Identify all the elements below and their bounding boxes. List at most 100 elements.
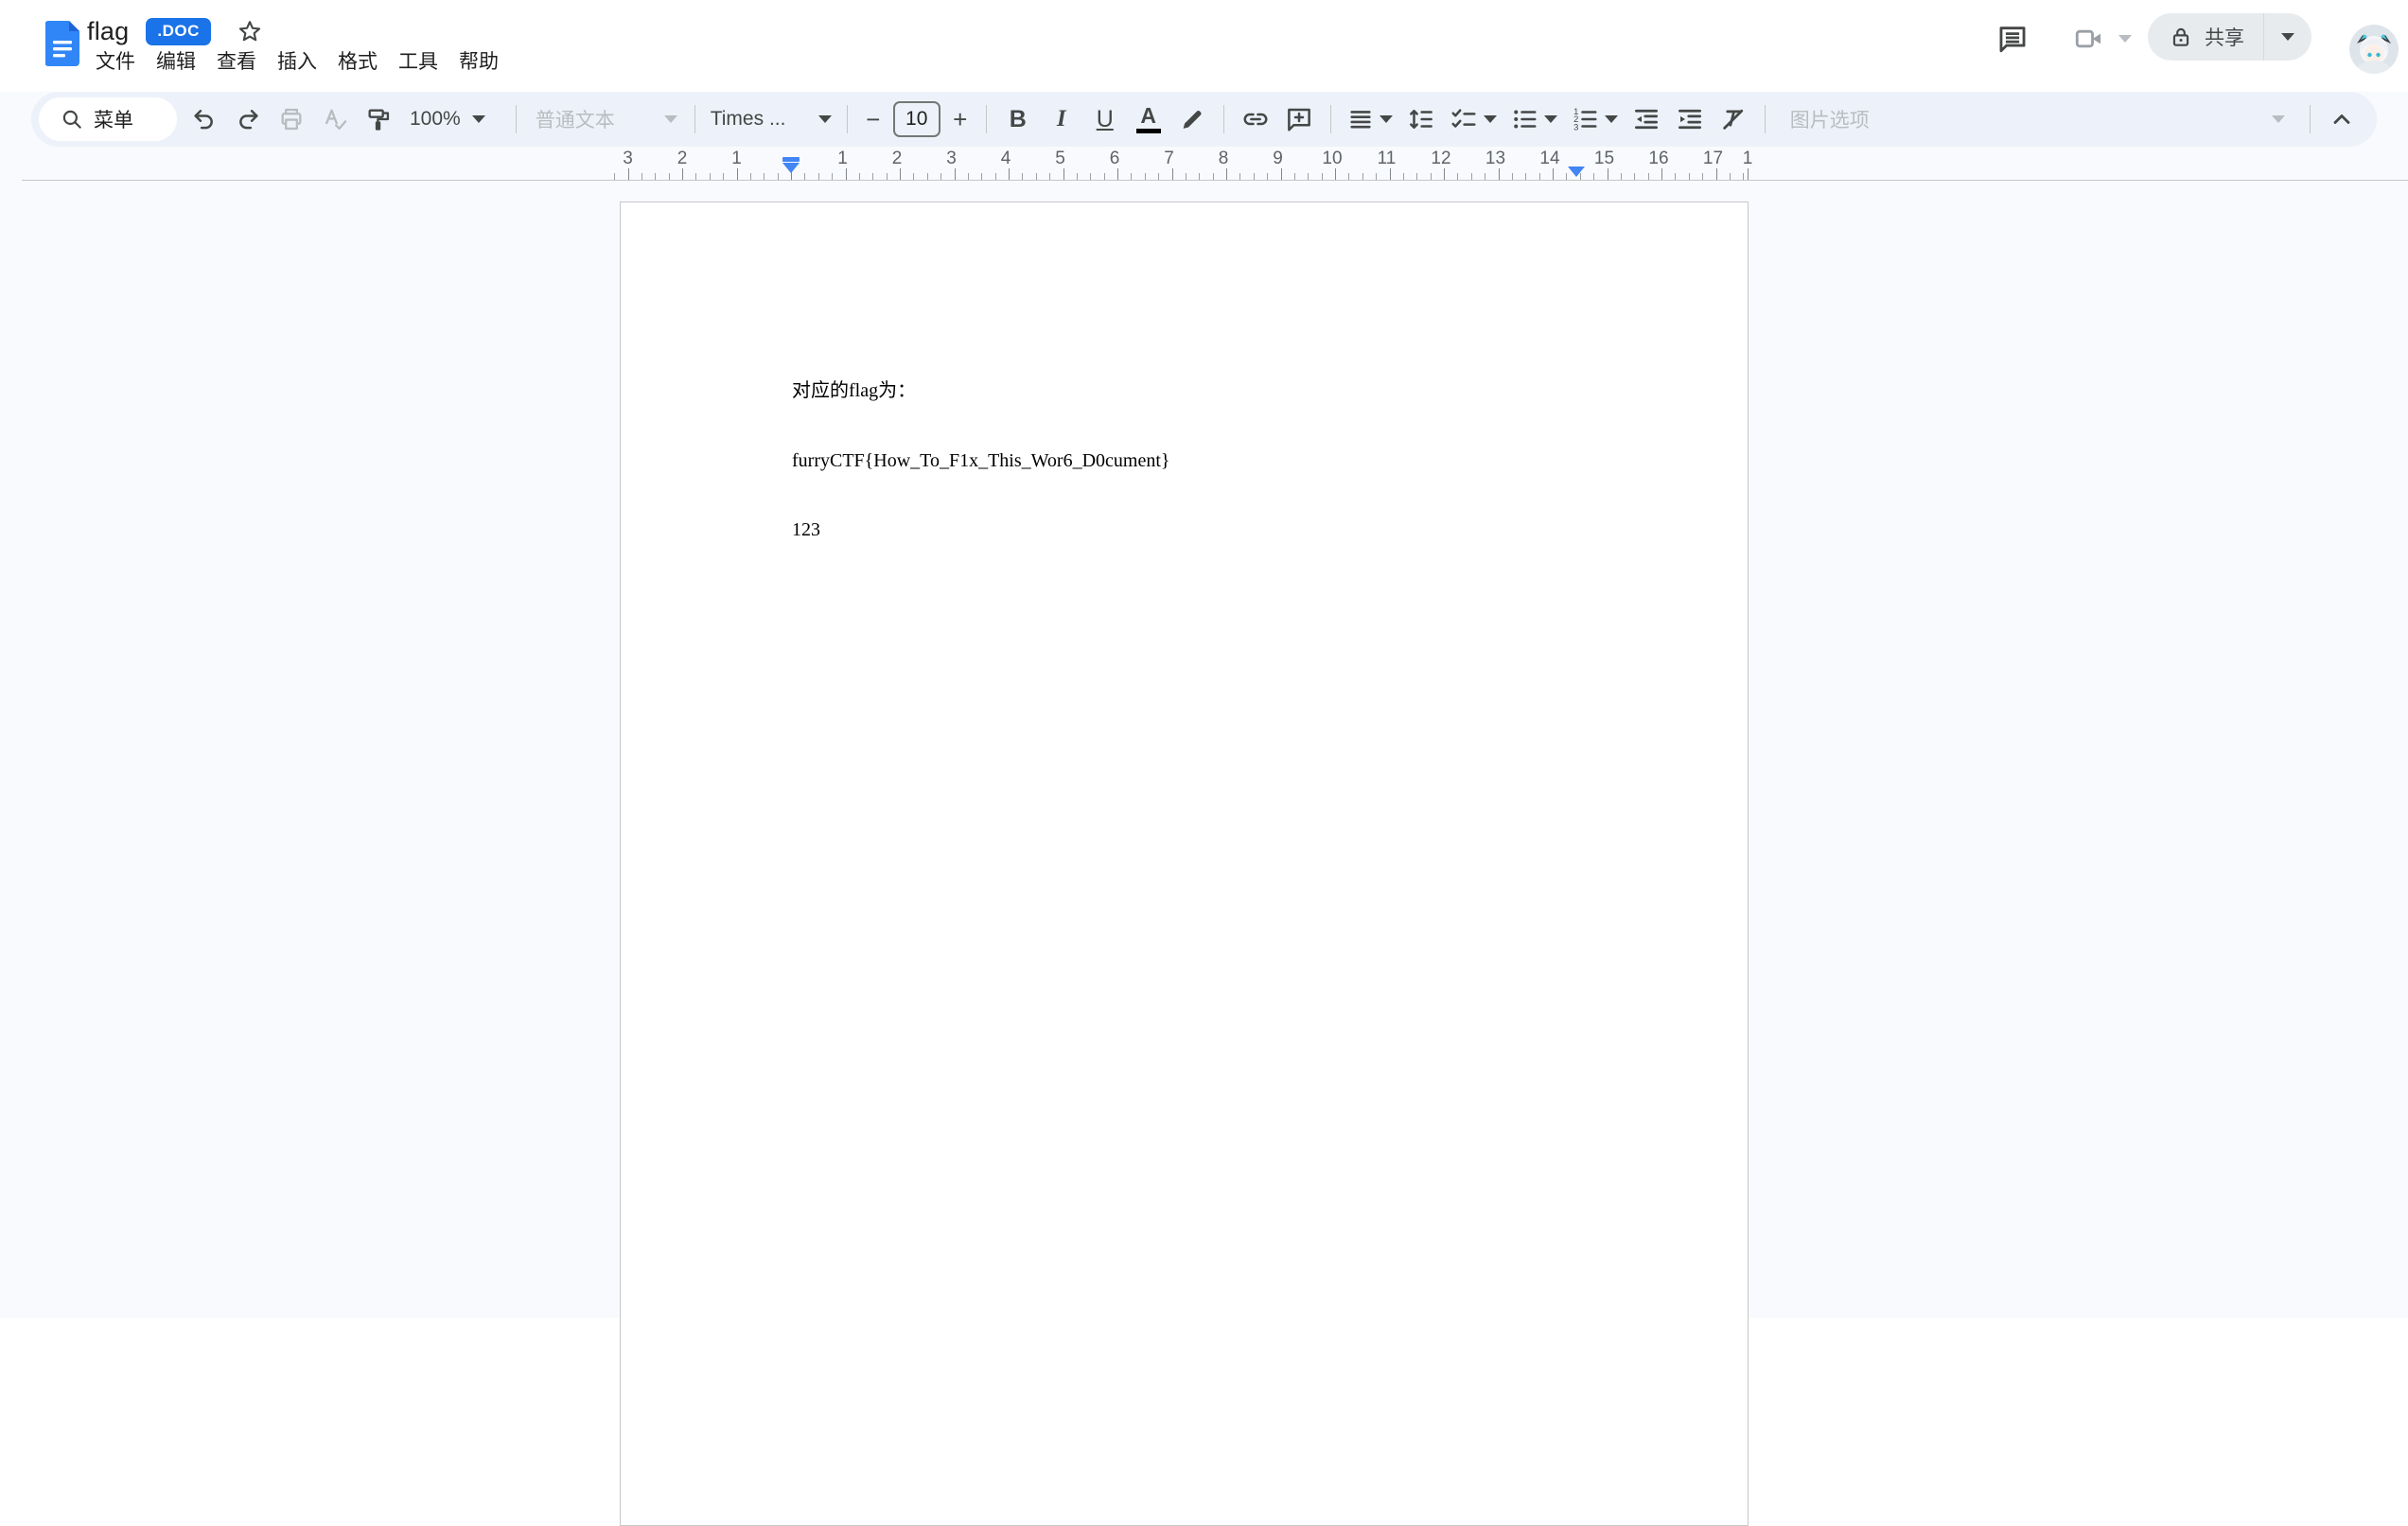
align-button[interactable]: [1341, 97, 1399, 141]
menu-file[interactable]: 文件: [85, 44, 146, 78]
ruler-tick: [750, 173, 751, 180]
ruler-tick: [682, 168, 683, 180]
bulleted-list-button[interactable]: [1503, 97, 1564, 141]
ruler-tick: [1416, 173, 1417, 180]
star-button[interactable]: [236, 17, 264, 45]
ruler-tick: [1239, 173, 1240, 180]
share-button[interactable]: 共享: [2148, 13, 2263, 61]
ruler-tick: [1748, 168, 1749, 180]
first-line-indent-icon[interactable]: [782, 157, 800, 162]
doc-line[interactable]: furryCTF{How_To_F1x_This_Wor6_D0cument}: [792, 449, 1170, 473]
ruler-number: 3: [946, 149, 957, 169]
decrease-font-size-button[interactable]: −: [857, 100, 889, 138]
right-indent-marker[interactable]: [1568, 167, 1585, 177]
toolbar-divider: [516, 105, 517, 133]
line-spacing-button[interactable]: [1399, 97, 1443, 141]
ruler-tick: [1362, 173, 1363, 180]
ruler-tick: [1689, 173, 1690, 180]
menu-insert[interactable]: 插入: [267, 44, 327, 78]
avatar[interactable]: [2349, 25, 2399, 74]
highlight-color-button[interactable]: [1170, 97, 1214, 141]
ruler-number: 2: [677, 149, 688, 169]
ruler-tick: [846, 168, 847, 180]
ruler-tick: [1294, 173, 1295, 180]
menu-tools[interactable]: 工具: [388, 44, 448, 78]
document-page[interactable]: 对应的flag为： furryCTF{How_To_F1x_This_Wor6_…: [620, 202, 1749, 1526]
underline-button[interactable]: U: [1083, 97, 1127, 141]
add-comment-button[interactable]: [1277, 97, 1321, 141]
video-camera-icon: [2073, 23, 2105, 55]
docs-logo-icon[interactable]: [45, 21, 79, 66]
ruler-tick: [804, 173, 805, 180]
ruler-tick: [1648, 173, 1649, 180]
ruler-tick: [859, 173, 860, 180]
print-button[interactable]: [270, 97, 313, 141]
numbered-list-button[interactable]: 1 2 3: [1564, 97, 1625, 141]
increase-indent-button[interactable]: [1668, 97, 1712, 141]
call-options-caret-icon[interactable]: [2118, 35, 2132, 43]
editing-mode-select[interactable]: [2257, 97, 2300, 141]
redo-button[interactable]: [226, 97, 270, 141]
font-family-select[interactable]: Times ...: [705, 97, 837, 141]
clear-formatting-button[interactable]: [1712, 97, 1755, 141]
ruler-tick: [832, 173, 833, 180]
image-options-button: 图片选项: [1790, 105, 1870, 133]
checklist-icon: [1450, 105, 1478, 133]
spellcheck-icon: [322, 106, 348, 132]
increase-font-size-button[interactable]: +: [944, 100, 976, 138]
left-indent-marker[interactable]: [782, 157, 800, 173]
undo-button[interactable]: [183, 97, 226, 141]
spellcheck-button[interactable]: [313, 97, 357, 141]
share-button-label: 共享: [2205, 23, 2244, 51]
menu-edit[interactable]: 编辑: [146, 44, 206, 78]
ruler-tick: [1566, 173, 1567, 180]
menu-format[interactable]: 格式: [327, 44, 388, 78]
open-comment-history-button[interactable]: [1991, 17, 2034, 61]
document-text: 对应的flag为： furryCTF{How_To_F1x_This_Wor6_…: [792, 333, 1170, 588]
share-caret-icon: [2281, 33, 2294, 41]
checklist-button[interactable]: [1443, 97, 1503, 141]
ruler-tick: [1104, 173, 1105, 180]
doc-line[interactable]: 123: [792, 518, 1170, 542]
zoom-select[interactable]: 100%: [400, 97, 506, 141]
menu-view[interactable]: 查看: [206, 44, 267, 78]
ruler-tick: [764, 173, 765, 180]
ruler-number: 1: [1743, 149, 1753, 169]
ruler-tick: [655, 173, 656, 180]
paragraph-styles-select[interactable]: 普通文本: [526, 97, 685, 141]
ruler-tick: [1716, 168, 1717, 180]
text-color-button[interactable]: A: [1127, 97, 1170, 141]
document-title[interactable]: flag: [87, 17, 129, 46]
decrease-indent-button[interactable]: [1625, 97, 1668, 141]
menu-help[interactable]: 帮助: [448, 44, 509, 78]
ruler-number: 9: [1273, 149, 1283, 169]
bold-button[interactable]: B: [996, 97, 1040, 141]
text-color-icon: A: [1136, 105, 1161, 133]
editing-mode-caret-icon: [2272, 115, 2285, 123]
insert-link-button[interactable]: [1234, 97, 1277, 141]
hide-menus-button[interactable]: [2320, 97, 2364, 141]
join-call-button[interactable]: [2073, 17, 2141, 61]
search-menus-button[interactable]: 菜单: [39, 97, 177, 141]
hanging-indent-icon[interactable]: [782, 163, 800, 173]
ruler-tick: [887, 173, 888, 180]
font-size-input[interactable]: 10: [893, 101, 940, 137]
paint-format-button[interactable]: [357, 97, 400, 141]
zoom-value: 100%: [410, 108, 461, 131]
ruler-tick: [1308, 173, 1309, 180]
ruler-tick: [940, 173, 941, 180]
ruler-ticks-host: 32112345678910111213141516171: [0, 147, 2408, 181]
toolbar: 菜单: [31, 92, 2377, 147]
doc-line[interactable]: 对应的flag为：: [792, 379, 1170, 403]
ruler-number: 15: [1594, 149, 1614, 169]
checklist-caret-icon: [1484, 115, 1497, 123]
share-options-button[interactable]: [2264, 13, 2311, 61]
print-icon: [278, 106, 305, 132]
italic-button[interactable]: I: [1040, 97, 1083, 141]
ruler-tick: [1702, 173, 1703, 180]
ruler-tick: [1525, 173, 1526, 180]
paragraph-style-value: 普通文本: [536, 105, 615, 133]
ruler-tick: [1675, 173, 1676, 180]
ruler-tick: [1512, 173, 1513, 180]
ruler-tick: [1634, 173, 1635, 180]
